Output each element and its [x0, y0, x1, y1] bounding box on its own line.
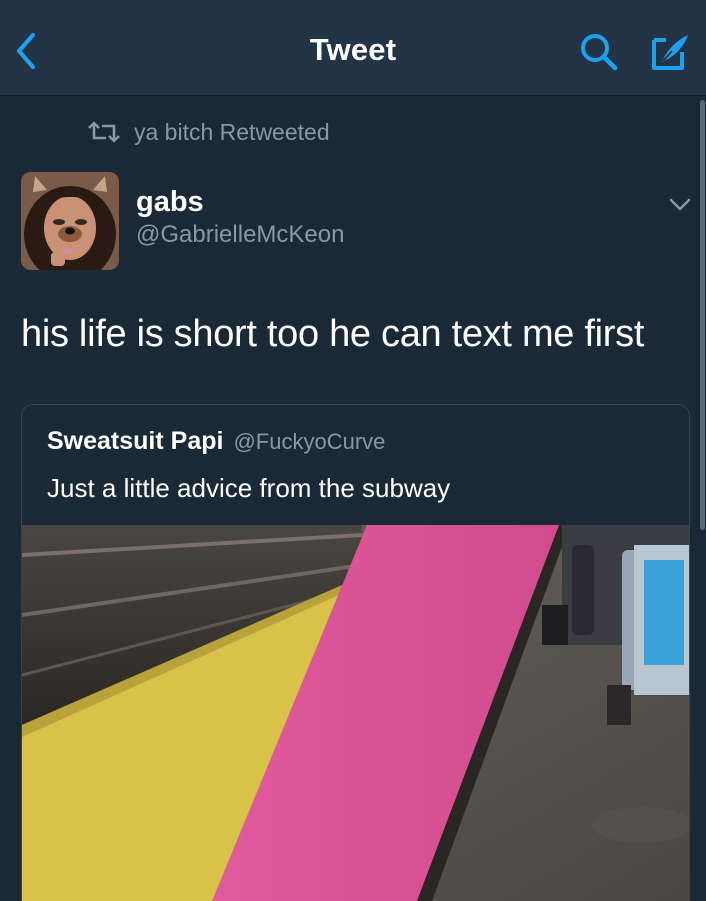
author-handle: @GabrielleMcKeon [136, 221, 345, 248]
compose-icon [652, 35, 688, 70]
tweet-author[interactable]: gabs @GabrielleMcKeon [136, 184, 344, 250]
quoted-tweet[interactable]: Sweatsuit Papi @FuckyoCurve Just a littl… [21, 404, 690, 901]
tweet-text: his life is short too he can text me fir… [21, 313, 645, 355]
quoted-author-name: Sweatsuit Papi [47, 427, 224, 455]
quoted-tweet-header: Sweatsuit Papi @FuckyoCurve [47, 427, 385, 456]
quoted-tweet-image[interactable] [22, 525, 689, 901]
retweet-context[interactable]: ya bitch Retweeted [86, 116, 330, 148]
subway-photo [22, 525, 689, 901]
author-name: gabs [136, 186, 204, 218]
compose-button[interactable] [644, 30, 694, 74]
retweet-icon [88, 121, 120, 143]
retweet-label: ya bitch Retweeted [134, 118, 330, 145]
search-icon [581, 34, 618, 71]
scroll-indicator[interactable] [700, 100, 705, 530]
tweet-menu-button[interactable] [664, 190, 696, 220]
quoted-author-handle: @FuckyoCurve [233, 429, 386, 454]
navigation-bar: Tweet [0, 0, 706, 96]
avatar-photo [21, 172, 119, 270]
chevron-down-icon [669, 198, 691, 211]
search-button[interactable] [576, 30, 622, 74]
quoted-tweet-text: Just a little advice from the subway [47, 473, 451, 503]
avatar[interactable] [21, 172, 119, 270]
